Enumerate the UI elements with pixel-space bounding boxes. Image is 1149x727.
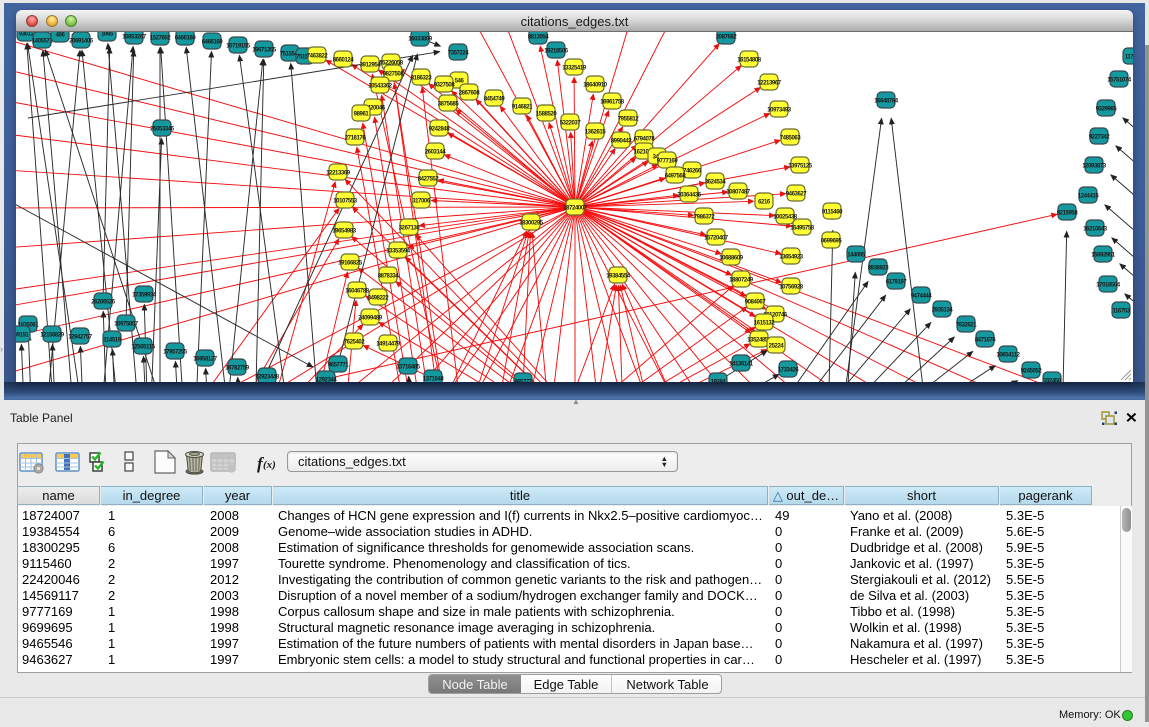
svg-text:11712: 11712 bbox=[1125, 54, 1133, 60]
